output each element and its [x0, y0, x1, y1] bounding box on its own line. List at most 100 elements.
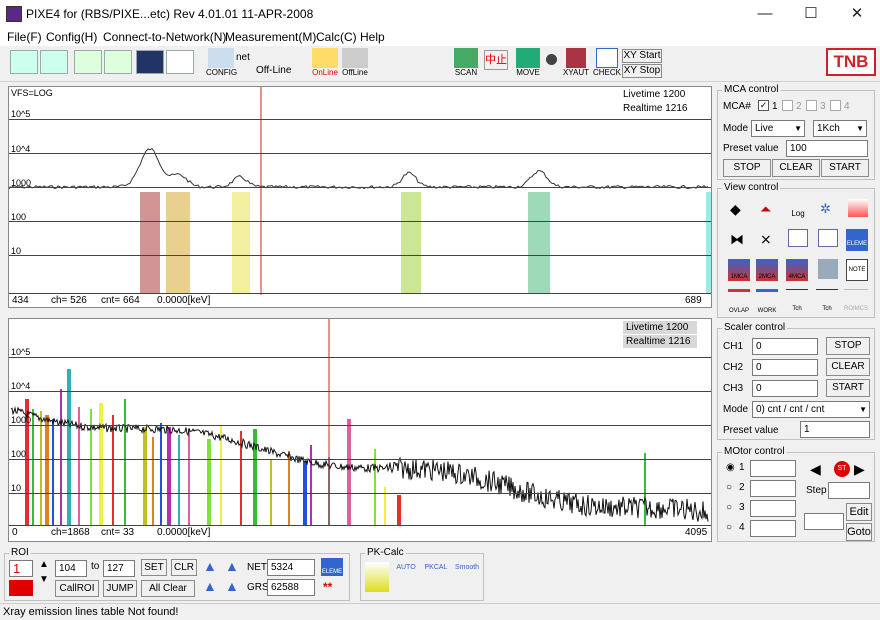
mca1-checkbox[interactable]: ✓ [758, 100, 769, 111]
motor-edit-button[interactable]: Edit [846, 503, 872, 521]
pkcal-button[interactable]: PKCAL [423, 564, 449, 592]
roi-index-field[interactable]: 1 [9, 560, 33, 577]
roi-from-field[interactable]: 104 [55, 560, 87, 577]
mca-clear-button[interactable]: CLEAR [772, 159, 820, 177]
xy-stop-button[interactable]: XY Stop [622, 64, 662, 78]
roi-clr-button[interactable]: CLR [171, 559, 197, 576]
roi-color-swatch[interactable] [9, 580, 33, 596]
bottom-spectrum-plot[interactable]: 10^5 10^4 1000 100 10 Livetime 1200 Real… [8, 318, 712, 542]
peak-right-icon[interactable]: ▲ [225, 558, 239, 574]
4mca-button[interactable]: 4MCA [786, 259, 808, 281]
motor-3-field[interactable] [750, 500, 796, 517]
motor-radio-3[interactable]: ○ [726, 502, 732, 513]
mca2-checkbox[interactable] [782, 100, 793, 111]
scaler-clear-button[interactable]: CLEAR [826, 358, 870, 376]
top-spectrum-plot[interactable]: VFS=LOG 10^5 10^4 1000 100 10 Livetime 1… [8, 86, 712, 308]
peak-shift-left-icon[interactable]: ▲ [203, 578, 217, 594]
scan-icon[interactable] [454, 48, 478, 68]
roi-down-icon[interactable]: ▼ [39, 574, 49, 585]
motor-stop-button[interactable]: ST [834, 461, 850, 477]
open-x-icon[interactable] [74, 50, 102, 74]
ch2-field[interactable]: 0 [752, 359, 818, 376]
maximize-button[interactable]: ☐ [788, 0, 834, 28]
shrink-vertical-icon[interactable]: ⨯ [760, 231, 772, 248]
motor-goto-button[interactable]: Goto [846, 523, 872, 541]
printer-icon[interactable] [818, 259, 838, 279]
menu-help[interactable]: Help [360, 30, 385, 44]
open-spectrum-icon[interactable] [10, 50, 38, 74]
roi-element-button[interactable]: ELEME [321, 558, 343, 576]
tch-left-button[interactable]: Tch [786, 289, 808, 312]
mca-preset-input[interactable]: 100 [786, 140, 868, 157]
expand-horizontal-icon[interactable]: ◆ [730, 201, 741, 218]
motor-1-field[interactable] [750, 460, 796, 477]
config-icon[interactable] [208, 48, 234, 68]
peak-left-icon[interactable]: ▲ [203, 558, 217, 574]
move-icon[interactable] [516, 48, 540, 68]
element-button[interactable]: ELEME [846, 229, 868, 251]
menu-file[interactable]: File(F) [7, 30, 42, 44]
shift-left-icon[interactable] [788, 229, 808, 247]
motor-radio-4[interactable]: ○ [726, 522, 732, 533]
motor-radio-2[interactable]: ○ [726, 482, 732, 493]
peak-shift-right-icon[interactable]: ▲ [225, 578, 239, 594]
check-icon[interactable] [596, 48, 618, 68]
save-spectrum-icon[interactable] [40, 50, 68, 74]
menu-calc[interactable]: Calc(C) [316, 30, 357, 44]
scaler-preset-input[interactable]: 1 [800, 421, 870, 438]
motor-left-icon[interactable]: ◀ [810, 461, 821, 478]
motor-right-icon[interactable]: ▶ [854, 461, 865, 478]
scaler-mode-select[interactable]: 0) cnt / cnt / cnt ▼ [752, 401, 870, 418]
shrink-horizontal-icon[interactable]: ⧓ [730, 231, 744, 248]
minimize-button[interactable]: — [742, 0, 788, 28]
tch-right-button[interactable]: Tch [816, 289, 838, 312]
menu-connect[interactable]: Connect-to-Network(N) [103, 30, 226, 44]
mca4-checkbox[interactable] [830, 100, 841, 111]
mca-start-button[interactable]: START [821, 159, 869, 177]
roimcs-button[interactable]: ROIMCS [844, 289, 868, 312]
motor-4-field[interactable] [750, 520, 796, 537]
roi-set-button[interactable]: SET [141, 559, 167, 576]
roi-jump-button[interactable]: JUMP [103, 580, 137, 597]
log-button[interactable]: Log [788, 201, 808, 219]
mca-mode-select[interactable]: Live ▼ [751, 120, 805, 137]
offline-icon[interactable] [342, 48, 368, 68]
xy-start-button[interactable]: XY Start [622, 49, 662, 63]
expand-vertical-icon[interactable]: ⏶ [760, 201, 771, 218]
peak-search-icon[interactable]: ✲ [820, 201, 831, 217]
mca3-checkbox[interactable] [806, 100, 817, 111]
ch1-field[interactable]: 0 [752, 338, 818, 355]
roi-callroi-button[interactable]: CallROI [55, 580, 99, 597]
menu-measurement[interactable]: Measurement(M) [225, 30, 316, 44]
roi-up-icon[interactable]: ▲ [39, 559, 49, 570]
motor-step-field[interactable] [828, 482, 870, 499]
save-x-icon[interactable] [104, 50, 132, 74]
motor-radio-1[interactable]: ◉ [726, 462, 735, 473]
close-button[interactable]: ✕ [834, 0, 880, 28]
online-icon[interactable] [312, 48, 338, 68]
scaler-start-button[interactable]: START [826, 379, 870, 397]
histogram-icon[interactable] [848, 199, 868, 217]
ch3-field[interactable]: 0 [752, 380, 818, 397]
menu-config[interactable]: Config(H) [46, 30, 97, 44]
work-button[interactable]: WORK [756, 289, 778, 314]
scaler-stop-button[interactable]: STOP [826, 337, 870, 355]
note-button[interactable]: NOTE [846, 259, 868, 281]
1mca-button[interactable]: 1MCA [728, 259, 750, 281]
xyaut-icon[interactable] [566, 48, 586, 68]
roi-allclear-button[interactable]: All Clear [141, 580, 195, 597]
motor-target-field[interactable] [804, 513, 844, 530]
table-icon[interactable] [166, 50, 194, 74]
stop-kanji-button[interactable]: 中止 [484, 50, 508, 70]
auto-button[interactable]: AUTO [393, 564, 419, 592]
smooth-button[interactable]: Smooth [453, 564, 481, 592]
monitor-icon[interactable] [136, 50, 164, 74]
mca-stop-button[interactable]: STOP [723, 159, 771, 177]
mca-kch-select[interactable]: 1Kch ▼ [813, 120, 867, 137]
2mca-button[interactable]: 2MCA [756, 259, 778, 281]
overlap-button[interactable]: OVLAP [728, 289, 750, 314]
shift-right-icon[interactable] [818, 229, 838, 247]
motor-2-field[interactable] [750, 480, 796, 497]
peak-fit-icon[interactable] [365, 562, 389, 592]
roi-to-field[interactable]: 127 [103, 560, 135, 577]
